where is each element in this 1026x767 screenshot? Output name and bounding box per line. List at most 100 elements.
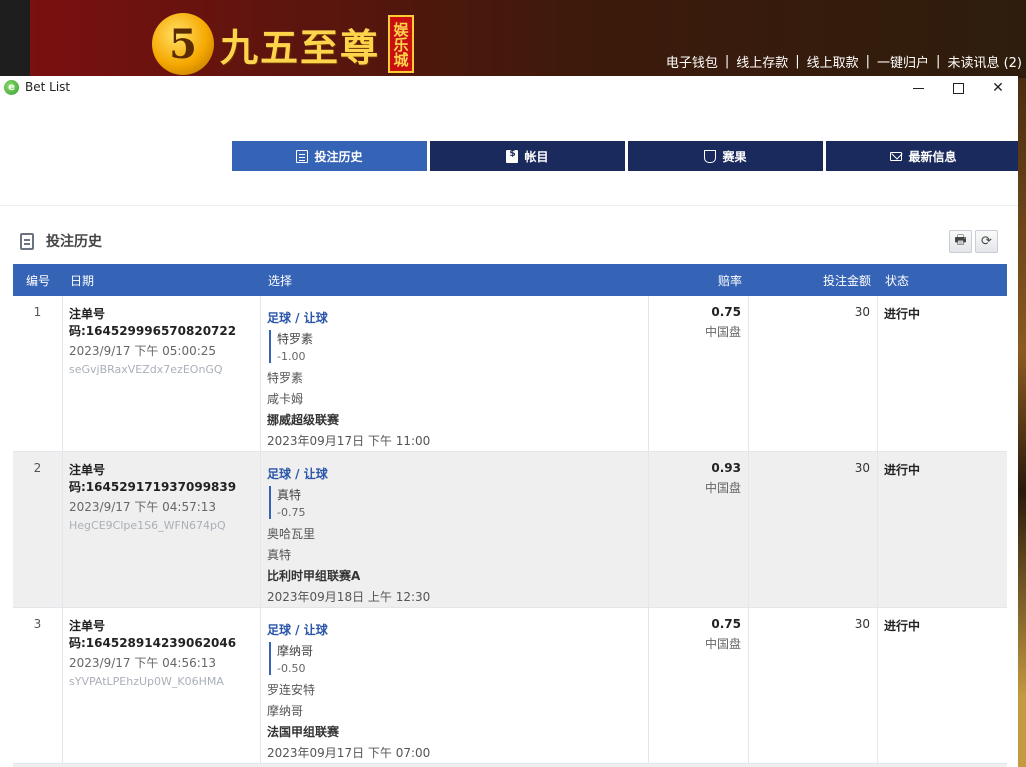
link-withdraw[interactable]: 线上取款 (807, 52, 859, 71)
tab-results[interactable]: 赛果 (628, 141, 823, 171)
site-header: 5 九五至尊 娱乐城 电子钱包 | 线上存款 | 线上取款 | 一键归户 | 未… (30, 0, 1026, 78)
row-odds-cell: 0.93 中国盘 (649, 452, 749, 607)
row-date-cell: 注单号码:164529996570820722 2023/9/17 下午 05:… (63, 296, 261, 451)
odds-value: 0.75 (711, 617, 741, 631)
pick-block: 真特 -0.75 (269, 486, 648, 519)
pick-handicap: -0.50 (277, 662, 306, 675)
pick-handicap: -0.75 (277, 506, 306, 519)
window-titlebar[interactable]: e Bet List ✕ (0, 76, 1018, 98)
match-time: 2023年09月17日 下午 07:00 (267, 746, 431, 760)
window-title: Bet List (25, 80, 71, 94)
table-row: 2 注单号码:164529171937099839 2023/9/17 下午 0… (13, 452, 1007, 608)
pick-team: 摩纳哥 (277, 644, 314, 658)
link-deposit[interactable]: 线上存款 (736, 52, 788, 71)
header-divider (0, 205, 1018, 206)
bet-status: 进行中 (884, 463, 921, 477)
bet-table: 编号 日期 选择 赔率 投注金额 状态 1 注单号码:1645299965708… (13, 264, 1007, 767)
ticket-number: 注单号码:164529996570820722 (69, 307, 237, 338)
logo-emblem: 5 (152, 13, 214, 75)
bet-datetime: 2023/9/17 下午 04:57:13 (69, 500, 217, 514)
away-team: 摩纳哥 (267, 704, 304, 718)
away-team: 咸卡姆 (267, 392, 304, 406)
link-consolidate[interactable]: 一键归户 (877, 52, 929, 71)
link-separator: | (724, 54, 730, 69)
print-button[interactable]: 🖶 (949, 230, 972, 253)
background-right-edge (1018, 78, 1026, 767)
row-selection-cell: 足球 / 让球 特罗素 -1.00 特罗素 咸卡姆 挪威超级联赛 2023年09… (261, 296, 649, 451)
link-unread-messages[interactable]: 未读讯息 (2) (947, 52, 1022, 71)
bet-datetime: 2023/9/17 下午 04:56:13 (69, 656, 217, 670)
market-type: 中国盘 (704, 325, 741, 339)
stake-amount: 30 (749, 296, 878, 451)
account-links: 电子钱包 | 线上存款 | 线上取款 | 一键归户 | 未读讯息 (2) (666, 52, 1022, 71)
link-separator: | (936, 54, 941, 69)
stake-amount: 30 (749, 608, 878, 763)
window-controls: ✕ (898, 76, 1018, 100)
tab-label: 最新信息 (908, 149, 957, 164)
tab-account[interactable]: 帐目 (430, 141, 625, 171)
home-team: 奥哈瓦里 (267, 527, 316, 541)
row-odds-cell: 0.75 中国盘 (649, 608, 749, 763)
row-date-cell: 注单号码:164528914239062046 2023/9/17 下午 04:… (63, 608, 261, 763)
row-odds-cell: 0.75 中国盘 (649, 296, 749, 451)
close-button[interactable]: ✕ (978, 76, 1018, 100)
minimize-icon (912, 87, 924, 89)
mail-icon (890, 151, 903, 161)
link-separator: | (865, 54, 871, 69)
pick-handicap: -1.00 (277, 350, 306, 363)
header-status: 状态 (885, 273, 910, 288)
bet-status: 进行中 (884, 619, 921, 633)
clipboard-icon (296, 149, 309, 163)
minimize-button[interactable] (898, 76, 938, 100)
clipboard-icon (20, 232, 34, 250)
bet-list-window: e Bet List ✕ 投注历史 帐目 赛果 最新信息 投注历史 🖶 (0, 76, 1018, 767)
bet-hash: seGvjBRaxVEZdx7ezEOnGQ (69, 363, 223, 376)
ticket-number: 注单号码:164529171937099839 (69, 463, 237, 494)
maximize-button[interactable] (938, 76, 978, 100)
table-header: 编号 日期 选择 赔率 投注金额 状态 (13, 264, 1007, 296)
bet-status: 进行中 (884, 307, 921, 321)
link-wallet[interactable]: 电子钱包 (666, 52, 718, 71)
selection-type: 足球 / 让球 (267, 623, 328, 637)
pick-team: 真特 (277, 488, 302, 502)
tab-label: 帐目 (524, 149, 549, 164)
tab-news[interactable]: 最新信息 (826, 141, 1018, 171)
logo-text: 九五至尊 (220, 24, 381, 70)
home-team: 特罗素 (267, 371, 304, 385)
selection-type: 足球 / 让球 (267, 311, 328, 325)
browser-icon: e (4, 79, 19, 95)
ticket-number: 注单号码:164528914239062046 (69, 619, 237, 650)
row-index: 2 (13, 452, 63, 607)
market-type: 中国盘 (704, 637, 741, 651)
header-date: 日期 (70, 273, 95, 288)
logo-badge: 娱乐城 (388, 15, 415, 73)
tab-bet-history[interactable]: 投注历史 (232, 141, 427, 171)
header-selection: 选择 (268, 273, 293, 288)
odds-value: 0.93 (711, 461, 741, 475)
home-team: 罗连安特 (267, 683, 316, 697)
row-date-cell: 注单号码:164529171937099839 2023/9/17 下午 04:… (63, 452, 261, 607)
tab-label: 赛果 (722, 149, 747, 164)
pick-block: 特罗素 -1.00 (269, 330, 648, 363)
selection-type: 足球 / 让球 (267, 467, 328, 481)
row-index: 3 (13, 608, 63, 763)
bet-hash: HegCE9Clpe1S6_WFN674pQ (69, 519, 226, 532)
bet-hash: sYVPAtLPEhzUp0W_K06HMA (69, 675, 224, 688)
league-name: 比利时甲组联赛A (267, 569, 361, 583)
print-icon: 🖶 (954, 232, 967, 248)
section-header: 投注历史 (20, 231, 102, 251)
section-title: 投注历史 (46, 234, 102, 250)
pick-team: 特罗素 (277, 332, 314, 346)
bet-datetime: 2023/9/17 下午 05:00:25 (69, 344, 217, 358)
refresh-button[interactable]: ⟳ (975, 230, 998, 253)
header-stake: 投注金额 (822, 273, 871, 288)
link-separator: | (795, 54, 800, 69)
table-row: 3 注单号码:164528914239062046 2023/9/17 下午 0… (13, 608, 1007, 764)
refresh-icon: ⟳ (981, 234, 992, 249)
maximize-icon (952, 82, 964, 94)
header-odds: 赔率 (717, 273, 742, 288)
close-icon: ✕ (992, 80, 1004, 96)
away-team: 真特 (267, 548, 292, 562)
site-logo[interactable]: 5 九五至尊 娱乐城 (152, 13, 415, 75)
row-selection-cell: 足球 / 让球 真特 -0.75 奥哈瓦里 真特 比利时甲组联赛A 2023年0… (261, 452, 649, 607)
